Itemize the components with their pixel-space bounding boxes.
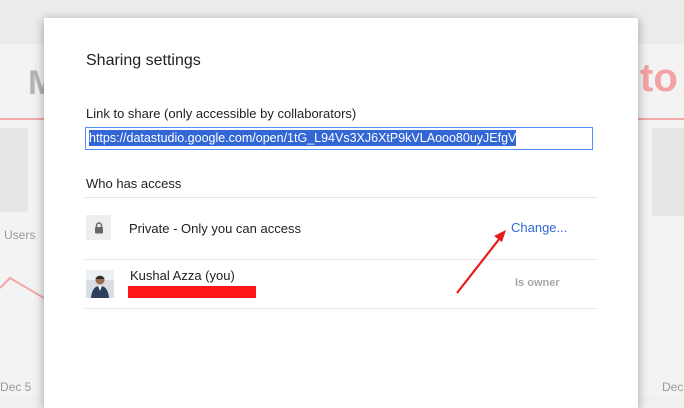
background-date-left: Dec 5: [0, 380, 32, 394]
sharing-settings-dialog: Sharing settings Link to share (only acc…: [44, 18, 638, 408]
background-accent-line-right: [638, 118, 684, 120]
background-accent-line-left: [0, 118, 44, 120]
annotation-arrow: [456, 230, 506, 294]
background-card-right: [652, 128, 684, 216]
background-card-left: [0, 128, 28, 212]
background-line-chart: [0, 276, 44, 299]
background-title-right: to: [640, 56, 678, 100]
background-date-right: Dec: [662, 380, 684, 394]
background-users-label: Users: [4, 228, 36, 242]
